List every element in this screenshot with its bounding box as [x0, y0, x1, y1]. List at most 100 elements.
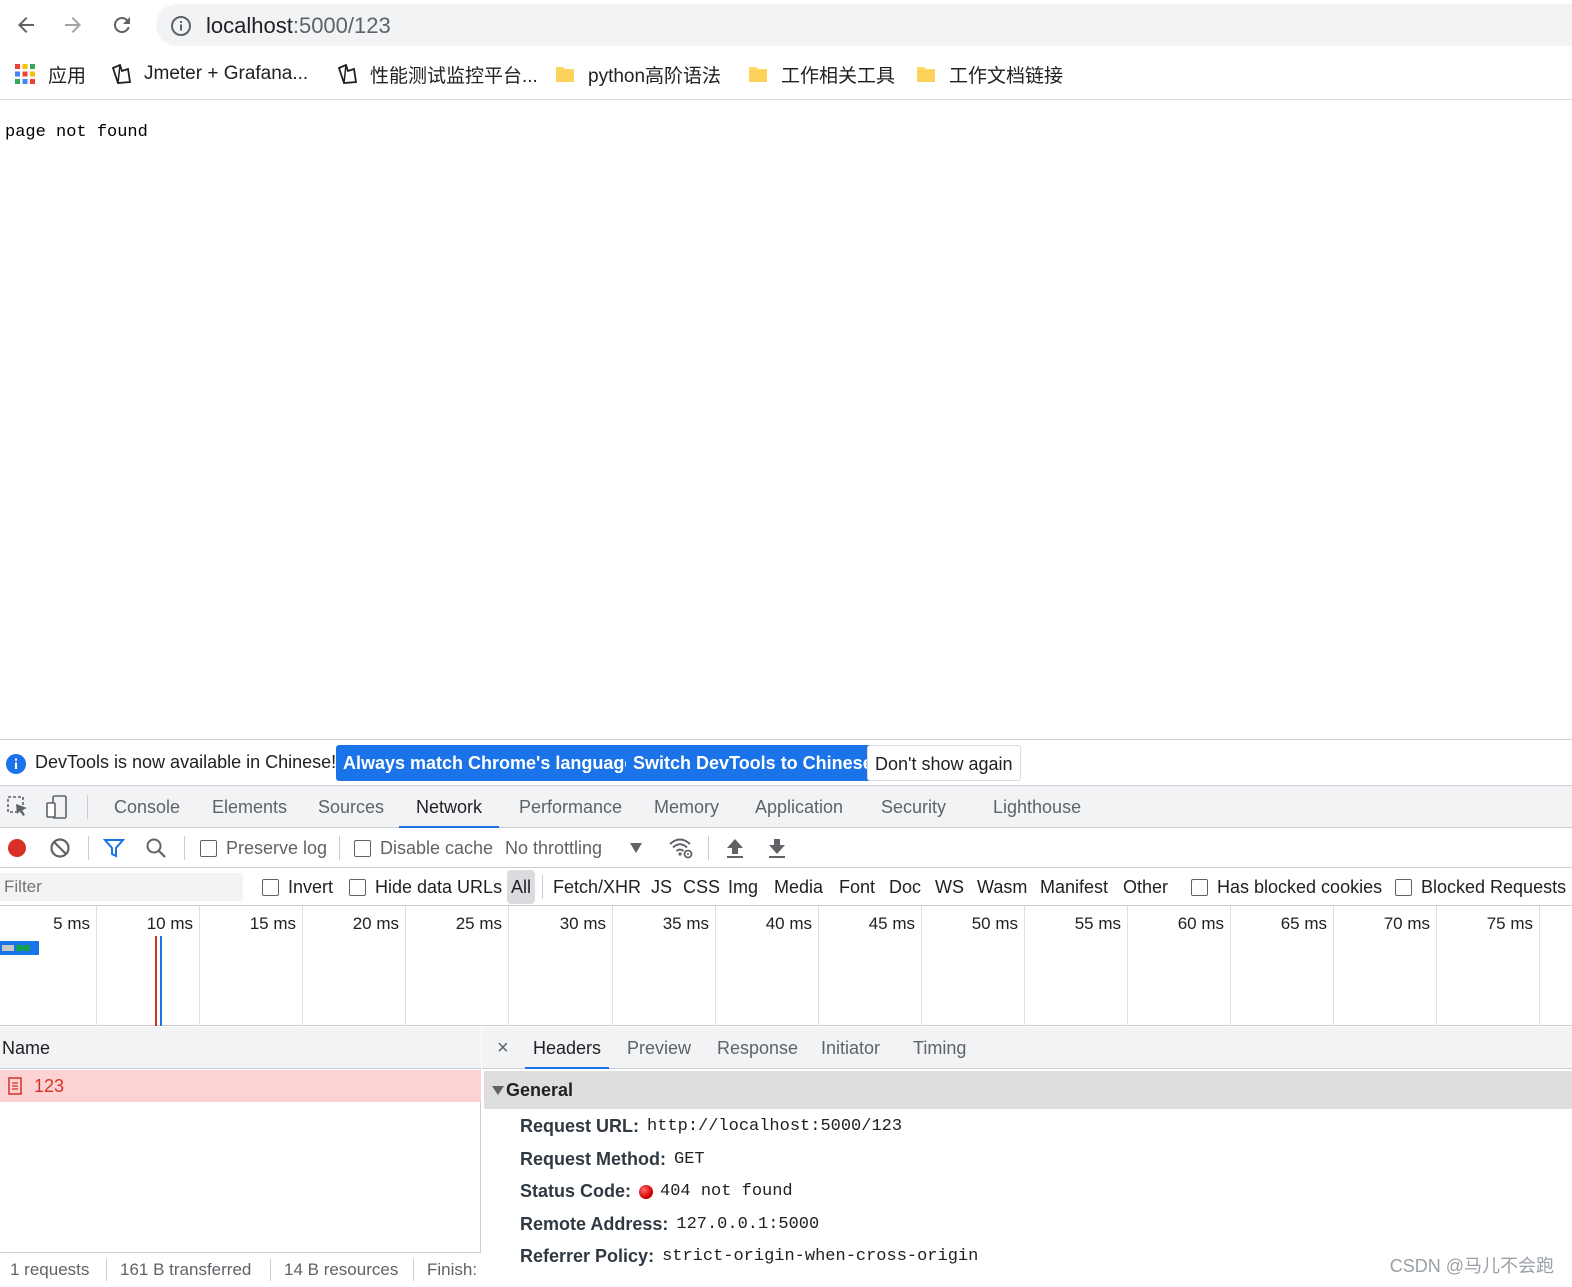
name-column-header[interactable]: Name	[0, 1027, 481, 1069]
address-bar[interactable]: localhost:5000/123	[156, 4, 1572, 46]
record-button[interactable]	[6, 828, 28, 868]
timeline-tick-label: 25 ms	[455, 914, 502, 933]
reload-button[interactable]	[105, 8, 139, 42]
bookmark-label: Jmeter + Grafana...	[144, 63, 309, 84]
filter-type-media[interactable]: Media	[774, 868, 823, 906]
bookmark-perf-monitor[interactable]: 性能测试监控平台...	[336, 58, 538, 90]
network-overview-timeline[interactable]: 5 ms 10 ms 15 ms 20 ms 25 ms 30 ms 35 ms 40 ms 4…	[0, 906, 1572, 1026]
page-icon	[111, 63, 132, 84]
invert-checkbox[interactable]: Invert	[262, 868, 333, 906]
network-conditions-button[interactable]	[668, 828, 694, 868]
tab-preview[interactable]: Preview	[619, 1027, 699, 1069]
forward-button[interactable]	[56, 8, 90, 42]
wifi-settings-icon	[669, 838, 693, 859]
devtools-panel: DevTools is now available in Chinese! Al…	[0, 739, 1572, 1286]
import-har-button[interactable]	[725, 828, 745, 868]
filter-type-doc[interactable]: Doc	[889, 868, 921, 906]
timeline-tick-label: 20 ms	[352, 914, 399, 933]
timeline-tick-label: 15 ms	[249, 914, 296, 933]
header-value: 404 not found	[660, 1182, 793, 1201]
header-row-request-method: Request Method: GET	[520, 1149, 705, 1170]
filter-type-css[interactable]: CSS	[683, 868, 720, 906]
bookmark-jmeter[interactable]: Jmeter + Grafana...	[110, 58, 308, 90]
bookmark-apps[interactable]: 应用	[14, 58, 86, 90]
bookmark-folder-tools[interactable]: 工作相关工具	[747, 58, 895, 90]
timeline-tick-label: 55 ms	[1074, 914, 1121, 933]
timeline-gridline	[818, 906, 819, 1026]
tab-application[interactable]: Application	[751, 786, 847, 828]
search-button[interactable]	[145, 828, 167, 868]
inspect-element-button[interactable]	[6, 795, 30, 819]
cursor-select-icon	[7, 796, 27, 816]
close-detail-button[interactable]: ×	[489, 1027, 517, 1069]
invert-label: Invert	[288, 876, 334, 897]
tab-lighthouse[interactable]: Lighthouse	[989, 786, 1085, 828]
filter-type-font[interactable]: Font	[839, 868, 875, 906]
timeline-gridline	[405, 906, 406, 1026]
filter-type-manifest[interactable]: Manifest	[1040, 868, 1108, 906]
tab-memory[interactable]: Memory	[650, 786, 723, 828]
bookmark-folder-docs[interactable]: 工作文档链接	[915, 58, 1063, 90]
bookmark-folder-python[interactable]: python高阶语法	[554, 58, 721, 90]
back-button[interactable]	[9, 8, 43, 42]
timeline-tick-label: 45 ms	[868, 914, 915, 933]
tab-network[interactable]: Network	[399, 786, 500, 828]
checkbox-box	[1395, 878, 1412, 896]
tab-performance[interactable]: Performance	[515, 786, 626, 828]
export-har-button[interactable]	[767, 828, 787, 868]
tab-initiator[interactable]: Initiator	[813, 1027, 888, 1069]
apps-grid-icon	[15, 64, 35, 84]
always-match-language-button[interactable]: Always match Chrome's language	[336, 745, 642, 781]
folder-icon	[556, 67, 574, 82]
devtools-infobar: DevTools is now available in Chinese! Al…	[0, 740, 1572, 786]
filter-type-wasm[interactable]: Wasm	[977, 868, 1027, 906]
browser-toolbar: localhost:5000/123 应用 Jmeter + Grafana..…	[0, 0, 1572, 100]
timeline-gridline	[1539, 906, 1540, 1026]
summary-requests: 1 requests	[10, 1260, 90, 1279]
header-key: Status Code:	[520, 1181, 632, 1201]
url-text: localhost:5000/123	[206, 13, 391, 39]
arrow-left-icon	[18, 17, 34, 33]
tab-timing[interactable]: Timing	[905, 1027, 974, 1069]
throttling-value: No throttling	[505, 837, 603, 858]
filter-type-all[interactable]: All	[507, 870, 536, 904]
load-event-line	[155, 936, 157, 1026]
filter-type-other[interactable]: Other	[1123, 868, 1168, 906]
device-toolbar-button[interactable]	[45, 795, 69, 819]
filter-type-js[interactable]: JS	[651, 868, 672, 906]
throttling-select[interactable]: No throttling	[505, 828, 643, 868]
clear-button[interactable]	[49, 828, 71, 868]
timeline-gridline	[1024, 906, 1025, 1026]
request-name: 123	[34, 1075, 65, 1096]
hide-data-urls-checkbox[interactable]: Hide data URLs	[349, 868, 502, 906]
tab-headers[interactable]: Headers	[525, 1027, 610, 1069]
preserve-log-checkbox[interactable]: Preserve log	[200, 828, 327, 868]
dont-show-again-button[interactable]: Don't show again	[867, 745, 1021, 781]
tab-sources[interactable]: Sources	[314, 786, 388, 828]
checkbox-box	[354, 839, 371, 857]
disable-cache-checkbox[interactable]: Disable cache	[354, 828, 493, 868]
filter-type-img[interactable]: Img	[728, 868, 758, 906]
filter-toggle-button[interactable]	[103, 828, 125, 868]
bookmark-label: 工作文档链接	[949, 65, 1064, 87]
switch-devtools-chinese-button[interactable]: Switch DevTools to Chinese	[626, 745, 880, 781]
general-section-header[interactable]: General	[484, 1071, 1572, 1109]
has-blocked-cookies-checkbox[interactable]: Has blocked cookies	[1191, 868, 1382, 906]
status-error-dot-icon	[639, 1184, 654, 1199]
tab-console[interactable]: Console	[110, 786, 184, 828]
tab-response[interactable]: Response	[709, 1027, 806, 1069]
filter-type-fetch-xhr[interactable]: Fetch/XHR	[553, 868, 641, 906]
request-row[interactable]: 123	[0, 1070, 481, 1102]
filter-type-ws[interactable]: WS	[935, 868, 964, 906]
disable-cache-label: Disable cache	[380, 837, 494, 858]
timeline-gridline	[612, 906, 613, 1026]
filter-input[interactable]	[0, 873, 243, 901]
blocked-requests-checkbox[interactable]: Blocked Requests	[1395, 868, 1566, 906]
dropdown-arrow-icon	[630, 843, 643, 853]
filter-icon	[103, 839, 125, 858]
timeline-gridline	[1436, 906, 1437, 1026]
tab-security[interactable]: Security	[877, 786, 950, 828]
header-row-request-url: Request URL: http://localhost:5000/123	[520, 1116, 902, 1137]
header-value: GET	[674, 1150, 705, 1169]
tab-elements[interactable]: Elements	[208, 786, 291, 828]
